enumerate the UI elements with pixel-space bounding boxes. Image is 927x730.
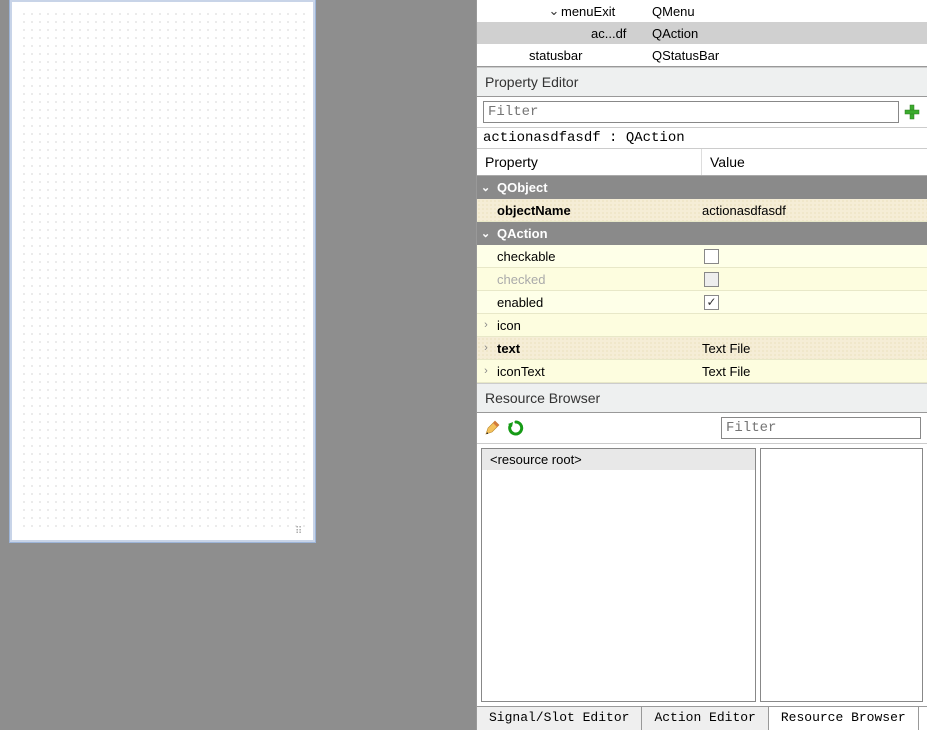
property-row[interactable]: checked xyxy=(477,268,927,291)
property-group-header[interactable]: ⌄QAction xyxy=(477,222,927,245)
property-row[interactable]: ›textText File xyxy=(477,337,927,360)
resize-handle-icon[interactable] xyxy=(295,522,307,534)
object-tree-name: ⌄menuExit xyxy=(477,3,652,19)
property-row[interactable]: ›iconTextText File xyxy=(477,360,927,383)
resource-body: <resource root> xyxy=(477,444,927,706)
selected-object-label: actionasdfasdf : QAction xyxy=(477,128,927,149)
object-tree-type: QAction xyxy=(652,26,927,41)
chevron-right-icon[interactable]: › xyxy=(477,365,495,377)
right-pane: ⌄menuExitQMenuac...dfQActionstatusbarQSt… xyxy=(476,0,927,730)
property-name: checkable xyxy=(495,249,702,264)
object-tree-type: QMenu xyxy=(652,4,927,19)
reload-resources-icon[interactable] xyxy=(507,419,525,437)
checkbox[interactable] xyxy=(704,249,719,264)
property-group-header[interactable]: ⌄QObject xyxy=(477,176,927,199)
property-name: enabled xyxy=(495,295,702,310)
property-value[interactable]: Text File xyxy=(702,341,927,356)
header-property: Property xyxy=(477,149,702,175)
property-value[interactable] xyxy=(702,272,927,287)
property-row[interactable]: ›icon xyxy=(477,314,927,337)
property-value[interactable] xyxy=(702,249,927,264)
object-tree-name: statusbar xyxy=(477,48,652,63)
chevron-right-icon[interactable]: › xyxy=(477,342,495,354)
resource-toolbar xyxy=(477,413,927,444)
object-tree-row[interactable]: ac...dfQAction xyxy=(477,22,927,44)
checkbox[interactable]: ✓ xyxy=(704,295,719,310)
property-table[interactable]: ⌄QObjectobjectNameactionasdfasdf⌄QAction… xyxy=(477,176,927,383)
property-name: icon xyxy=(495,318,702,333)
property-filter-input[interactable] xyxy=(483,101,899,123)
chevron-down-icon[interactable]: ⌄ xyxy=(481,227,497,240)
bottom-tabs: Signal/Slot EditorAction EditorResource … xyxy=(477,706,927,730)
chevron-down-icon[interactable]: ⌄ xyxy=(547,3,561,19)
chevron-down-icon[interactable]: ⌄ xyxy=(481,181,497,194)
object-tree-type: QStatusBar xyxy=(652,48,927,63)
resource-tree[interactable]: <resource root> xyxy=(481,448,756,702)
property-value[interactable]: Text File xyxy=(702,364,927,379)
edit-resources-icon[interactable] xyxy=(483,419,501,437)
object-tree-row[interactable]: ⌄menuExitQMenu xyxy=(477,0,927,22)
property-table-header: Property Value xyxy=(477,149,927,176)
chevron-right-icon[interactable]: › xyxy=(477,319,495,331)
object-tree-name: ac...df xyxy=(477,26,652,41)
object-tree-row[interactable]: statusbarQStatusBar xyxy=(477,44,927,66)
design-canvas[interactable] xyxy=(10,0,315,542)
property-filter-row xyxy=(477,97,927,128)
resource-root-item[interactable]: <resource root> xyxy=(482,449,755,470)
resource-browser-title: Resource Browser xyxy=(477,383,927,413)
checkbox xyxy=(704,272,719,287)
add-property-icon[interactable] xyxy=(903,103,921,121)
bottom-tab[interactable]: Action Editor xyxy=(642,707,768,730)
property-name: checked xyxy=(495,272,702,287)
property-value[interactable]: actionasdfasdf xyxy=(702,203,927,218)
property-name: iconText xyxy=(495,364,702,379)
property-value[interactable]: ✓ xyxy=(702,295,927,310)
property-name: objectName xyxy=(495,203,702,218)
resource-preview xyxy=(760,448,923,702)
resource-filter-input[interactable] xyxy=(721,417,921,439)
bottom-tab[interactable]: Signal/Slot Editor xyxy=(477,707,642,730)
property-row[interactable]: checkable xyxy=(477,245,927,268)
header-value: Value xyxy=(702,149,927,175)
property-editor-title: Property Editor xyxy=(477,67,927,97)
canvas-grid xyxy=(20,10,305,532)
object-tree[interactable]: ⌄menuExitQMenuac...dfQActionstatusbarQSt… xyxy=(477,0,927,67)
property-name: text xyxy=(495,341,702,356)
bottom-tab[interactable]: Resource Browser xyxy=(769,707,919,730)
property-row[interactable]: objectNameactionasdfasdf xyxy=(477,199,927,222)
property-row[interactable]: enabled✓ xyxy=(477,291,927,314)
